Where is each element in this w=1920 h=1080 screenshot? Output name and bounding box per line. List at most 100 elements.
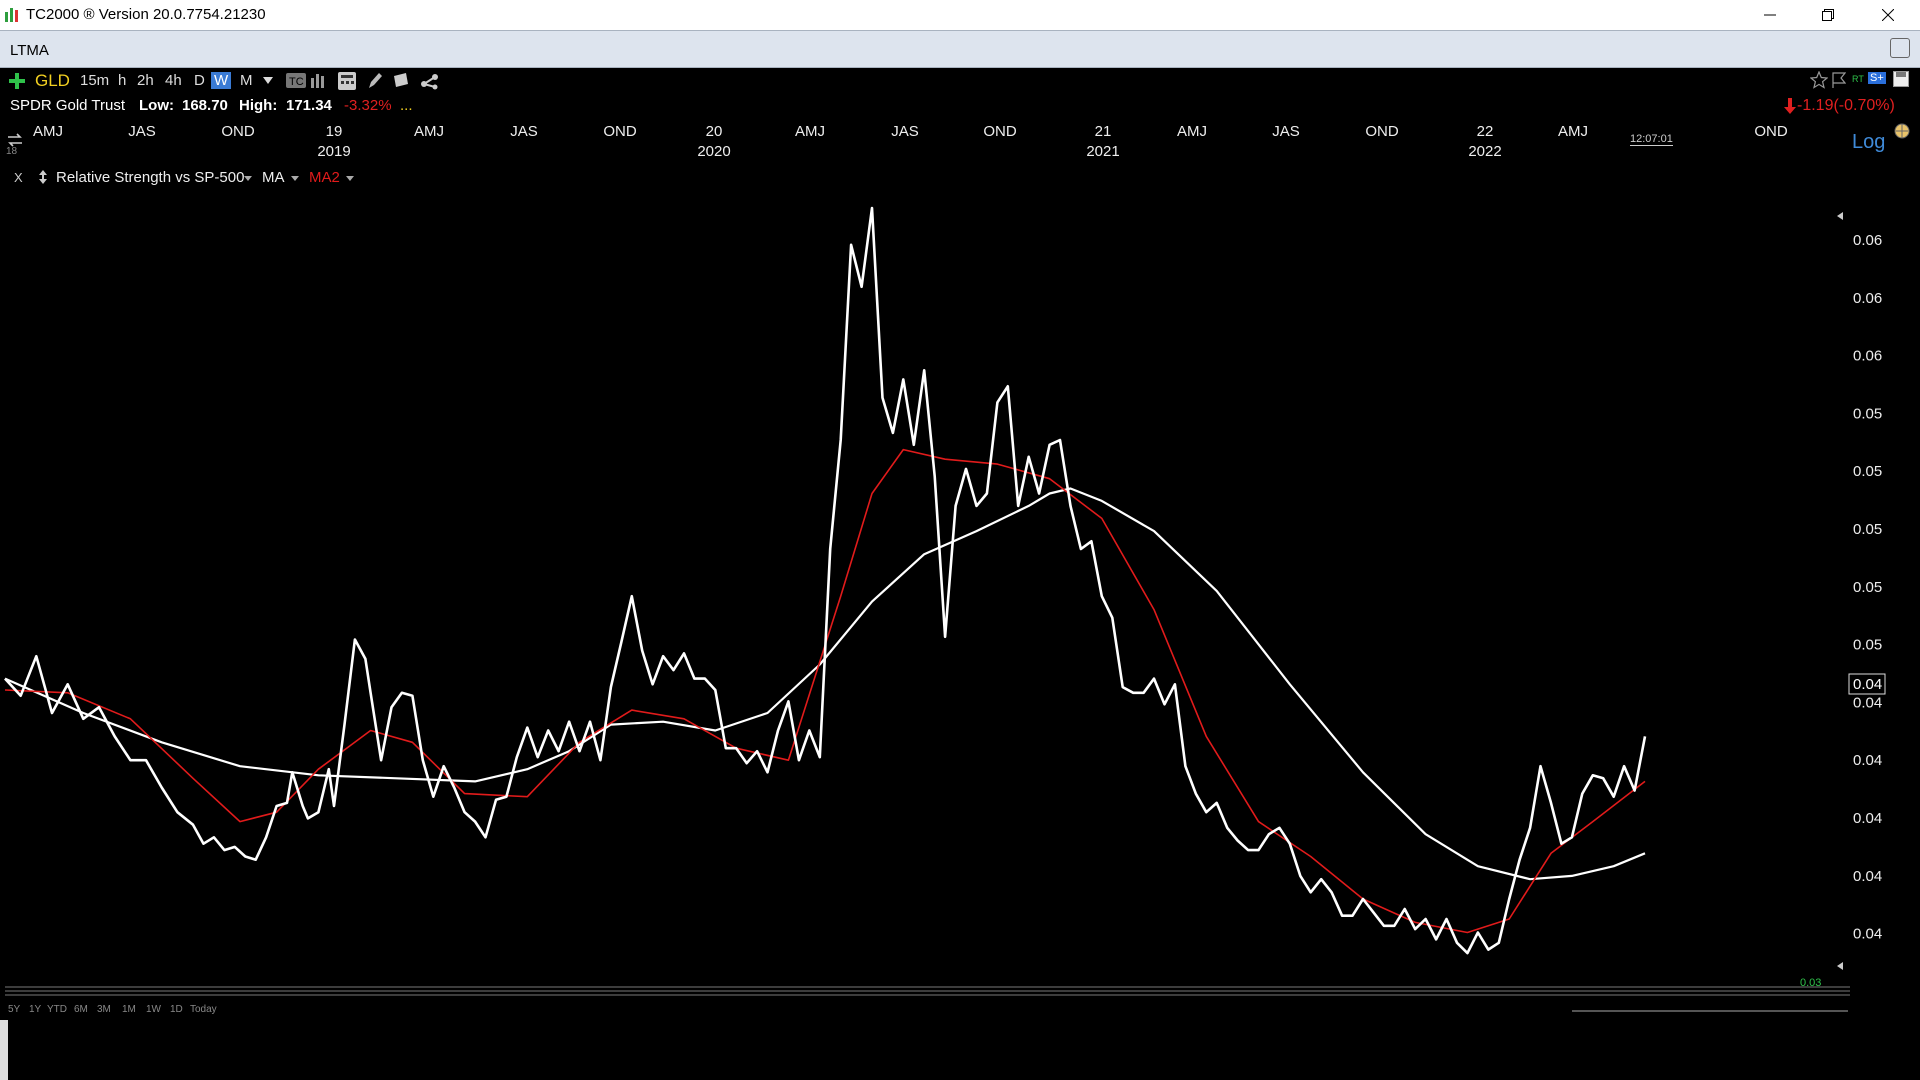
bar-chart-icon[interactable] (310, 72, 326, 89)
high-label: High: (239, 97, 278, 114)
price-axis-tick: 0.04 (1853, 868, 1882, 885)
realtime-badge: RT (1852, 74, 1864, 84)
note-icon[interactable] (392, 72, 410, 90)
pencil-icon[interactable] (367, 72, 383, 90)
percent-change: -3.32% (344, 97, 392, 114)
close-icon (1882, 9, 1894, 21)
restore-icon (1822, 9, 1834, 21)
time-axis-label: OND (983, 123, 1017, 140)
indicator-dropdown-icon[interactable] (244, 176, 252, 181)
timeframe-15m[interactable]: 15m (80, 72, 109, 89)
time-axis-label: OND (221, 123, 255, 140)
range-button-ytd[interactable]: YTD (47, 1004, 67, 1015)
timeframe-2h[interactable]: 2h (137, 72, 154, 89)
close-button[interactable] (1860, 0, 1916, 30)
time-axis-label: 22 (1476, 123, 1494, 140)
ma2-label[interactable]: MA2 (309, 169, 340, 186)
time-axis-label: JAS (891, 123, 919, 140)
time-axis: 18 AMJ JAS OND 19 2019 AMJ JAS OND 20 2020 AMJ JAS O… (0, 118, 1920, 162)
time-axis-label: AMJ (1177, 123, 1207, 140)
time-axis-label: JAS (1272, 123, 1300, 140)
timeframe-dropdown-icon[interactable] (263, 77, 273, 84)
popout-icon[interactable] (1890, 38, 1910, 58)
price-axis-tick: 0.05 (1853, 405, 1882, 422)
clock: 12:07:01 (1630, 133, 1673, 146)
time-axis-label: AMJ (1558, 123, 1588, 140)
indicator-name[interactable]: Relative Strength vs SP-500 (56, 169, 244, 186)
timeframe-h[interactable]: h (118, 72, 126, 89)
range-button-1w[interactable]: 1W (146, 1004, 161, 1015)
time-axis-label: AMJ (795, 123, 825, 140)
time-axis-corner: 18 (6, 146, 18, 157)
range-button-3m[interactable]: 3M (97, 1004, 111, 1015)
symbol-field[interactable]: GLD (35, 71, 70, 91)
time-axis-label: 21 (1094, 123, 1112, 140)
layout-tab-bar: LTMA (0, 30, 1920, 68)
range-button-1y[interactable]: 1Y (29, 1004, 41, 1015)
lower-panel-edge (0, 1020, 8, 1080)
chart-toolbar: GLD 15m h 2h 4h D W M TC RT S+ (0, 68, 1920, 94)
time-axis-label: 2021 (1086, 143, 1120, 160)
range-button-5y[interactable]: 5Y (8, 1004, 20, 1015)
price-axis-tick: 0.05 (1853, 463, 1882, 480)
price-axis-tick: 0.04 (1853, 810, 1882, 827)
flag-icon[interactable] (1832, 72, 1846, 88)
calculator-icon[interactable] (338, 72, 356, 90)
timeframe-w[interactable]: W (211, 72, 232, 89)
range-button-1d[interactable]: 1D (170, 1004, 183, 1015)
price-axis-tick: 0.04 (1853, 752, 1882, 769)
down-arrow-icon (1784, 98, 1796, 114)
scan-plus-button[interactable]: S+ (1868, 72, 1886, 84)
current-value-label: 0.04 (1853, 676, 1882, 693)
time-axis-label: JAS (510, 123, 538, 140)
time-axis-label: OND (1754, 123, 1788, 140)
time-axis-label: OND (603, 123, 637, 140)
move-indicator-icon[interactable] (39, 170, 47, 184)
share-icon[interactable] (420, 72, 440, 90)
log-scale-toggle[interactable]: Log (1852, 131, 1885, 154)
title-bar: TC2000 ® Version 20.0.7754.21230 (0, 0, 1920, 30)
time-axis-label: OND (1365, 123, 1399, 140)
save-icon[interactable] (1893, 71, 1909, 87)
window-title: TC2000 ® Version 20.0.7754.21230 (26, 6, 266, 23)
high-value: 171.34 (286, 97, 332, 114)
add-icon[interactable] (9, 73, 25, 89)
timeframe-4h[interactable]: 4h (165, 72, 182, 89)
ma2-dropdown-icon[interactable] (346, 176, 354, 181)
price-axis-tick: 0.05 (1853, 521, 1882, 538)
minimize-button[interactable] (1742, 0, 1798, 30)
timeframe-d[interactable]: D (194, 72, 205, 89)
layout-tab-name[interactable]: LTMA (10, 42, 49, 59)
price-axis-faint-label: 0.03 (1800, 977, 1821, 989)
symbol-info-bar: SPDR Gold Trust Low: 168.70 High: 171.34… (0, 94, 1920, 118)
range-button-1m[interactable]: 1M (122, 1004, 136, 1015)
globe-icon[interactable] (1893, 122, 1911, 140)
range-button-6m[interactable]: 6M (74, 1004, 88, 1015)
price-axis-tick: 0.05 (1853, 637, 1882, 654)
app-logo-icon (5, 8, 18, 22)
range-buttons: 5Y 1Y YTD 6M 3M 1M 1W 1D Today (0, 998, 1920, 1020)
range-button-today[interactable]: Today (190, 1004, 217, 1015)
price-axis-tick: 0.04 (1853, 926, 1882, 943)
lower-panel (0, 1020, 1920, 1080)
ma-label[interactable]: MA (262, 169, 285, 186)
time-axis-label: AMJ (414, 123, 444, 140)
template-icon[interactable]: TC (286, 72, 306, 89)
more-link[interactable]: ... (400, 97, 413, 114)
time-axis-label: AMJ (33, 123, 63, 140)
price-change: -1.19(-0.70%) (1797, 97, 1895, 114)
price-axis-tick: 0.06 (1853, 348, 1882, 365)
relative-strength-chart[interactable]: 0.060.060.060.050.050.050.050.050.040.04… (0, 162, 1920, 1022)
low-value: 168.70 (182, 97, 228, 114)
time-axis-label: 2022 (1468, 143, 1502, 160)
restore-button[interactable] (1800, 0, 1856, 30)
close-indicator-button[interactable]: X (14, 170, 23, 185)
time-axis-label: 2020 (697, 143, 731, 160)
symbol-name: SPDR Gold Trust (10, 97, 126, 114)
timeframe-m[interactable]: M (240, 72, 253, 89)
ma-dropdown-icon[interactable] (291, 176, 299, 181)
low-label: Low: (139, 97, 174, 114)
price-axis-tick: 0.05 (1853, 579, 1882, 596)
price-axis-tick: 0.06 (1853, 290, 1882, 307)
star-icon[interactable] (1810, 71, 1828, 89)
